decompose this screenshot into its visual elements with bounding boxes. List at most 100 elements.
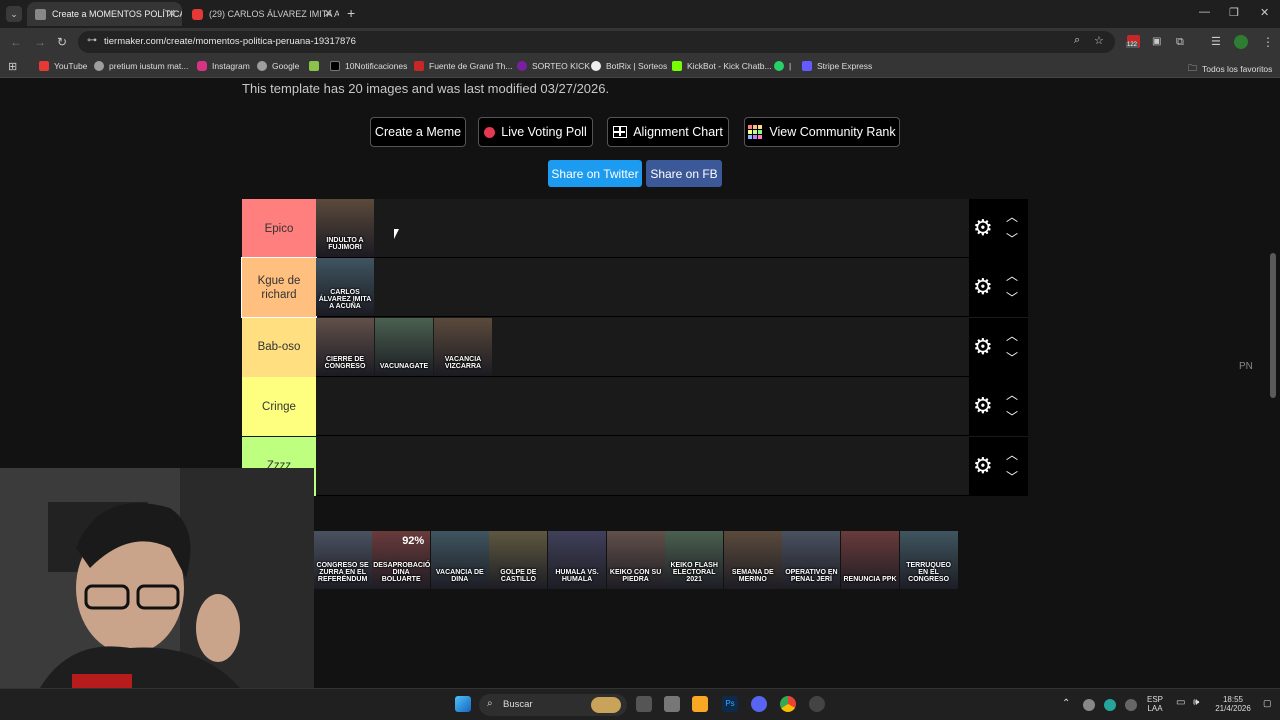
chevron-up-icon[interactable]: ︿ [1006,267,1018,284]
chevron-down-icon[interactable]: ﹀ [1006,468,1018,485]
app-icon-2[interactable] [809,696,825,712]
new-tab-icon[interactable]: + [347,5,355,21]
pool-item[interactable]: KEIKO FLASH ELECTORAL 2021 [665,531,724,589]
file-explorer-icon[interactable] [692,696,708,712]
tier-item[interactable]: VACANCIA VIZCARRA [434,317,492,376]
chevron-down-icon[interactable]: ﹀ [1006,230,1018,247]
tier-item[interactable]: CIERRE DE CONGRESO [316,317,374,376]
apps-icon[interactable]: ⊞ [8,60,17,73]
app-icon[interactable] [664,696,680,712]
bookmark-botrix[interactable]: BotRix | Sorteos [591,61,667,71]
chevron-down-icon[interactable]: ﹀ [1006,349,1018,366]
tier-label[interactable]: Kgue de richard [241,257,317,319]
gear-icon[interactable]: ⚙ [973,454,993,477]
view-community-rank-button[interactable]: View Community Rank [744,117,900,147]
gear-icon[interactable]: ⚙ [973,335,993,358]
bookmark-whatsapp[interactable]: | [774,61,791,71]
tray-app-icon[interactable] [1104,699,1116,711]
bookmark-stripe[interactable]: Stripe Express [802,61,872,71]
share-twitter-button[interactable]: Share on Twitter [548,160,642,187]
bookmark-extension[interactable] [309,61,324,71]
tier-item[interactable]: VACUNAGATE [375,317,433,376]
pool-item[interactable]: TERRUQUEO EN EL CONGRESO [899,531,958,589]
reload-icon[interactable]: ↻ [57,34,67,50]
page-scrollbar[interactable] [1270,253,1276,398]
task-view-icon[interactable] [636,696,652,712]
pool-item[interactable]: GOLPE DE CASTILLO [489,531,548,589]
share-fb-button[interactable]: Share on FB [646,160,722,187]
close-tab-icon[interactable]: ✕ [167,7,176,20]
site-info-icon[interactable]: ⊶ [87,35,97,46]
bookmark-gta[interactable]: Fuente de Grand Th... [414,61,512,71]
network-icon[interactable]: ▭ [1176,697,1185,708]
tab-momentos[interactable]: Create a MOMENTOS POLÍTICA ✕ [27,2,182,26]
pool-item[interactable]: OPERATIVO EN PENAL JERÍ [782,531,841,589]
chevron-down-icon[interactable]: ﹀ [1006,408,1018,425]
gear-icon[interactable]: ⚙ [973,276,993,298]
pool-item[interactable]: RENUNCIA PPK [841,531,899,589]
pool-item[interactable]: CONGRESO SE ZURRA EN EL REFERÉNDUM [313,531,372,589]
chevron-up-icon[interactable]: ︿ [1006,446,1018,463]
alignment-chart-button[interactable]: Alignment Chart [607,117,729,147]
zoom-icon[interactable]: ⌕ [1074,34,1080,47]
gear-icon[interactable]: ⚙ [973,395,993,417]
close-window-icon[interactable]: ✕ [1260,6,1269,19]
gear-icon[interactable]: ⚙ [973,217,993,239]
tab-search-button[interactable]: ⌄ [6,6,22,22]
chevron-up-icon[interactable]: ︿ [1006,386,1018,403]
menu-icon[interactable]: ⋮ [1262,34,1274,50]
tier-label[interactable]: Cringe [242,377,316,437]
pool-item[interactable]: SEMANA DE MERINO [723,531,782,589]
chevron-up-icon[interactable]: ︿ [1006,208,1018,225]
tray-cloud-icon[interactable] [1083,699,1095,711]
bookmark-kickbot[interactable]: KickBot - Kick Chatb... [672,61,772,71]
bookmark-google[interactable]: Google [257,61,299,71]
pool-item[interactable]: VACANCIA DE DINA [430,531,489,589]
tray-app-icon-2[interactable] [1125,699,1137,711]
bookmark-sorteo-kick[interactable]: SORTEO KICK [517,61,590,71]
minimize-icon[interactable]: — [1199,6,1210,18]
extensions-puzzle-icon[interactable]: ⧉ [1176,34,1184,50]
item-caption: VACANCIA VIZCARRA [444,355,482,370]
reading-list-icon[interactable]: ☰ [1211,34,1221,50]
tray-chevron-icon[interactable]: ⌃ [1062,698,1070,709]
discord-icon[interactable] [751,696,767,712]
tier-item[interactable]: CARLOS ÁLVAREZ IMITA A ACUÑA [316,258,374,317]
windows-start-icon[interactable] [455,696,471,712]
language-indicator[interactable]: ESP LAA [1147,695,1163,713]
tier-item[interactable]: INDULTO A FUJIMORI [316,199,374,257]
pool-item[interactable]: 92% DESAPROBACIÓN DINA BOLUARTE [372,531,431,589]
botrix-icon [591,61,601,71]
create-meme-button[interactable]: Create a Meme [370,117,466,147]
volume-icon[interactable]: 🕪 [1193,697,1199,708]
chrome-icon[interactable] [780,696,796,712]
clock[interactable]: 18:55 21/4/2026 [1212,695,1254,713]
chevron-down-icon[interactable]: ﹀ [1006,289,1018,306]
back-icon[interactable]: ← [10,34,22,50]
bookmark-pretium[interactable]: pretium iustum mat... [94,61,188,71]
all-bookmarks[interactable]: 🗀 Todos los favoritos [1188,61,1272,77]
profile-avatar[interactable] [1234,35,1248,49]
tier-row: Zzzz ⚙ ︿ ﹀ [242,436,1028,496]
tab-youtube[interactable]: (29) CARLOS ÁLVAREZ IMITA A ✕ [184,2,339,26]
chevron-up-icon[interactable]: ︿ [1006,327,1018,344]
bookmark-star-icon[interactable]: ☆ [1094,34,1104,47]
pool-item[interactable]: HUMALA VS. HUMALA [548,531,606,589]
photoshop-icon[interactable]: Ps [722,696,738,712]
bookmark-youtube[interactable]: YouTube [39,61,87,71]
extension-icon[interactable]: 122 [1126,35,1140,48]
notification-icon[interactable]: ▢ [1263,698,1272,709]
bookmark-10notificaciones[interactable]: 10Notificaciones [330,61,407,71]
pool-item[interactable]: KEIKO CON SU PIEDRA [606,531,665,589]
tier-label[interactable]: Epico [242,199,316,258]
live-voting-poll-button[interactable]: Live Voting Poll [478,117,593,147]
forward-icon[interactable]: → [34,34,46,50]
taskbar-search[interactable]: ⌕ Buscar [479,694,627,716]
tier-label[interactable]: Bab-oso [242,317,316,377]
bookmark-instagram[interactable]: Instagram [197,61,250,71]
address-bar[interactable]: ⊶ tiermaker.com/create/momentos-politica… [78,31,1115,53]
item-caption: GOLPE DE CASTILLO [500,569,537,583]
extension-icon-2[interactable]: ▣ [1152,34,1161,50]
close-tab-icon[interactable]: ✕ [324,7,333,20]
restore-icon[interactable]: ❐ [1229,6,1239,19]
